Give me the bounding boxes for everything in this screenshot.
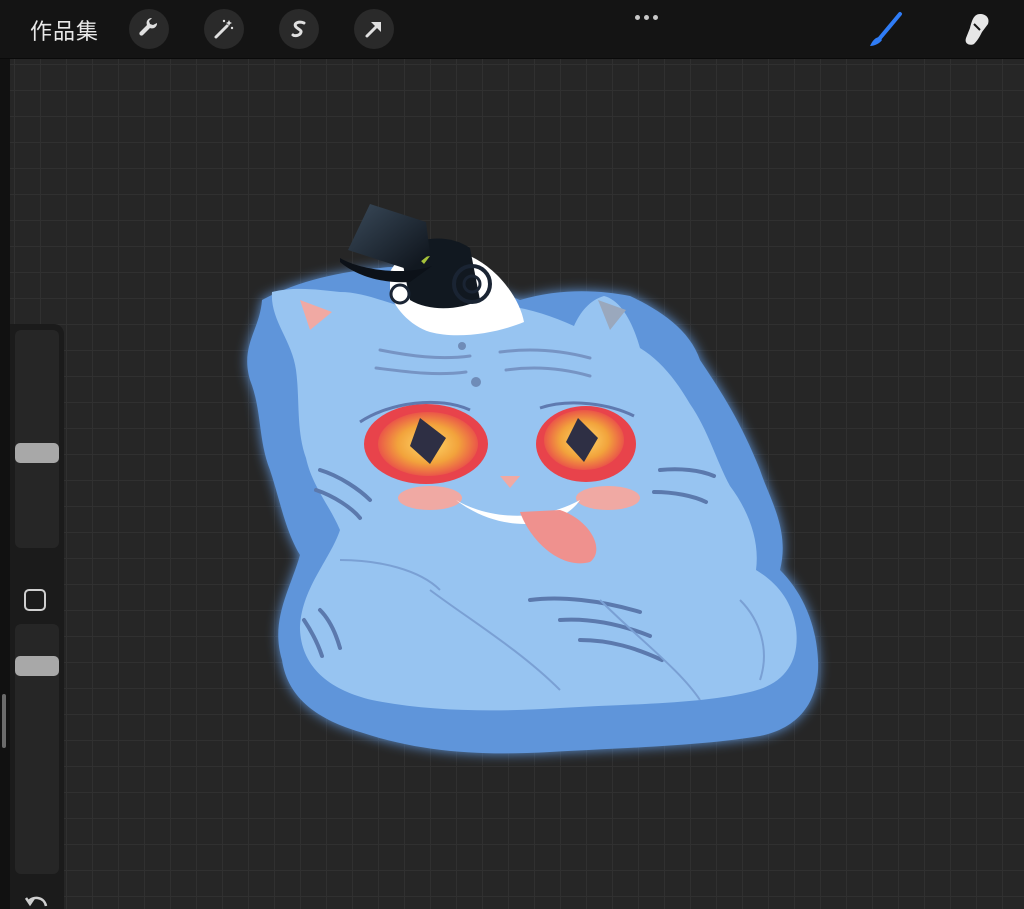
tiger-sticker-artwork: [247, 204, 819, 754]
brush-size-slider[interactable]: [15, 330, 59, 548]
brush-size-thumb[interactable]: [15, 443, 59, 463]
paint-brush-button[interactable]: [864, 8, 908, 52]
procreate-app: 作品集: [0, 0, 1024, 909]
magic-wand-icon: [214, 19, 234, 39]
top-toolbar: 作品集: [0, 0, 1024, 59]
arrow-cursor-icon: [365, 22, 381, 38]
selection-button[interactable]: [279, 9, 319, 49]
square-modify-icon[interactable]: [24, 589, 46, 611]
opacity-slider[interactable]: [15, 624, 59, 874]
gallery-button[interactable]: 作品集: [30, 14, 99, 46]
undo-arrow-icon[interactable]: [24, 892, 50, 909]
smudge-finger-icon: [965, 14, 989, 45]
ellipsis-icon[interactable]: [626, 10, 666, 24]
selection-s-icon: [291, 20, 306, 38]
adjustments-button[interactable]: [204, 9, 244, 49]
brush-icon: [870, 12, 902, 46]
actions-button[interactable]: [129, 9, 169, 49]
wrench-icon: [139, 17, 158, 36]
left-sidebar: [10, 324, 64, 909]
smudge-button[interactable]: [954, 8, 998, 52]
opacity-thumb[interactable]: [15, 656, 59, 676]
transform-button[interactable]: [354, 9, 394, 49]
